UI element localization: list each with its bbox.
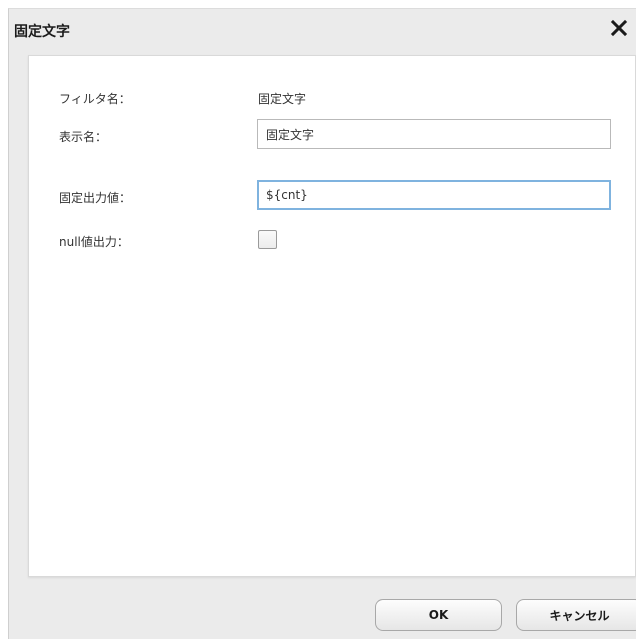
fixed-text-dialog: 固定文字 フィルタ名： 固定文字 表示名： 固定出力値： null値出力： OK… <box>8 8 636 639</box>
cancel-button[interactable]: キャンセル <box>516 599 636 631</box>
ok-button[interactable]: OK <box>375 599 502 631</box>
null-output-label: null値出力： <box>59 235 129 249</box>
form-panel: フィルタ名： 固定文字 表示名： 固定出力値： null値出力： <box>28 55 636 577</box>
filter-name-value: 固定文字 <box>258 92 307 106</box>
filter-name-label: フィルタ名： <box>59 92 131 106</box>
null-output-checkbox[interactable] <box>258 230 277 249</box>
display-name-label: 表示名： <box>59 130 108 144</box>
dialog-title: 固定文字 <box>14 24 70 40</box>
fixed-output-label: 固定出力値： <box>59 191 132 205</box>
display-name-input[interactable] <box>257 119 611 149</box>
close-icon-glyph <box>610 19 628 37</box>
fixed-output-input[interactable] <box>257 180 611 210</box>
close-icon[interactable] <box>608 17 630 39</box>
dialog-titlebar: 固定文字 <box>9 9 636 49</box>
